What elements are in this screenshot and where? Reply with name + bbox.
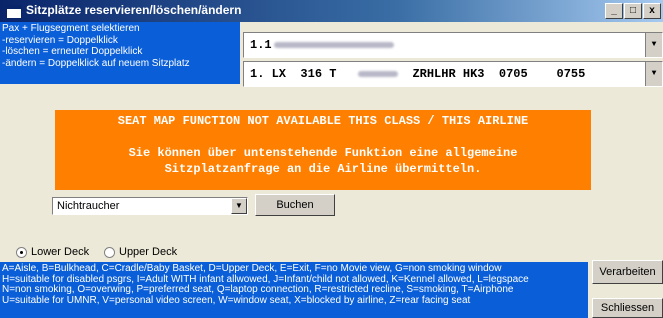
lower-deck-radio[interactable]: Lower Deck <box>16 246 89 258</box>
instructions-box: Pax + Flugsegment selektieren -reservier… <box>0 22 240 84</box>
close-button[interactable]: x <box>643 3 661 19</box>
verarbeiten-button[interactable]: Verarbeiten <box>592 260 663 284</box>
legend-line: A=Aisle, B=Bulkhead, C=Cradle/Baby Baske… <box>2 263 502 274</box>
lower-deck-label: Lower Deck <box>31 246 90 258</box>
redacted-name <box>273 41 394 48</box>
chevron-down-icon[interactable]: ▼ <box>645 62 662 86</box>
window-icon <box>6 5 22 19</box>
segment-flight: 316 <box>300 67 323 81</box>
passenger-select[interactable]: 1.1 ▼ <box>243 32 663 58</box>
segment-dep: 0705 <box>498 67 528 81</box>
seat-preference-value: Nichtraucher <box>57 200 120 212</box>
seat-code-legend: A=Aisle, B=Bulkhead, C=Cradle/Baby Baske… <box>0 262 588 318</box>
instruction-line: -ändern = Doppelklick auf neuem Sitzplat… <box>2 57 190 69</box>
legend-line: U=suitable for UMNR, V=personal video sc… <box>2 294 471 306</box>
notice-line: SEAT MAP FUNCTION NOT AVAILABLE THIS CLA… <box>117 114 529 128</box>
legend-line: N=non smoking, O=overwing, P=preferred s… <box>2 284 514 295</box>
chevron-down-icon[interactable]: ▼ <box>645 33 662 57</box>
segment-select[interactable]: 1. LX 316 T ZRHLHR HK3 0705 0755 ▼ <box>243 61 663 87</box>
notice-line: Sitzplatzanfrage an die Airline übermitt… <box>164 162 482 176</box>
segment-airline: LX <box>271 67 287 81</box>
minimize-button[interactable]: _ <box>605 3 623 19</box>
instruction-line: -reservieren = Doppelklick <box>2 34 118 46</box>
redacted-date <box>358 70 399 77</box>
seat-preference-select[interactable]: Nichtraucher ▼ <box>52 197 248 215</box>
passenger-value: 1.1 <box>250 38 272 52</box>
upper-deck-label: Upper Deck <box>119 246 178 258</box>
instruction-line: -löschen = erneuter Doppelklick <box>2 46 143 57</box>
segment-route: ZRHLHR <box>412 67 456 81</box>
segment-class: T <box>329 67 337 81</box>
schliessen-button[interactable]: Schliessen <box>592 298 663 318</box>
window-controls: _ □ x <box>604 3 661 19</box>
segment-num: 1. <box>250 67 265 81</box>
seatmap-notice: SEAT MAP FUNCTION NOT AVAILABLE THIS CLA… <box>55 110 591 190</box>
segment-status: HK3 <box>462 67 485 81</box>
maximize-button[interactable]: □ <box>624 3 642 19</box>
radio-selected-icon[interactable] <box>16 246 27 258</box>
segment-arr: 0755 <box>556 67 586 81</box>
upper-deck-radio[interactable]: Upper Deck <box>104 246 177 258</box>
chevron-down-icon[interactable]: ▼ <box>231 198 247 214</box>
notice-line: Sie können über untenstehende Funktion e… <box>128 146 518 160</box>
instruction-line: Pax + Flugsegment selektieren <box>2 23 140 34</box>
window-title: Sitzplätze reservieren/löschen/ändern <box>26 3 242 17</box>
radio-unselected-icon[interactable] <box>104 246 115 258</box>
buchen-button[interactable]: Buchen <box>255 194 335 216</box>
title-bar[interactable]: Sitzplätze reservieren/löschen/ändern _ … <box>0 0 663 22</box>
